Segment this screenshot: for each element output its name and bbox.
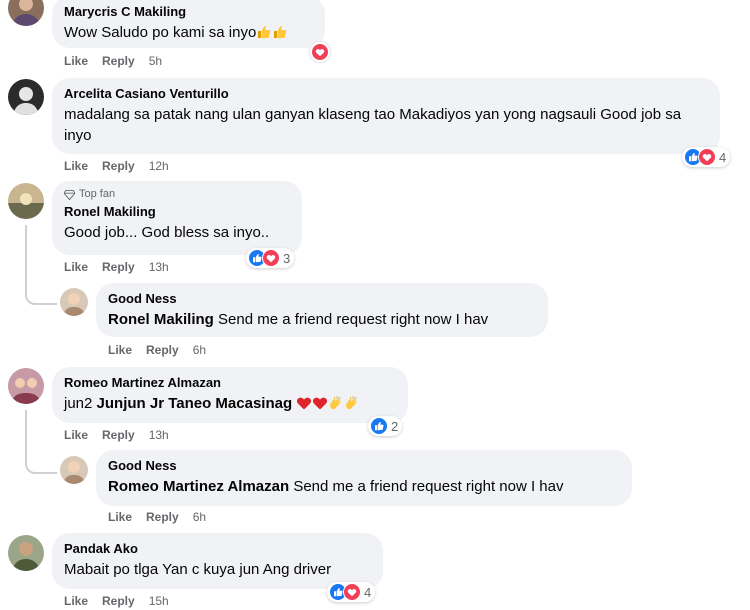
comment-timestamp[interactable]: 6h	[193, 342, 206, 358]
love-reaction-icon	[262, 249, 280, 267]
comment-text: jun2 Junjun Jr Taneo Macasinag	[64, 393, 396, 414]
commenter-name[interactable]: Good Ness	[108, 290, 536, 307]
reactions-summary[interactable]: 2	[368, 416, 403, 436]
like-button[interactable]: Like	[64, 158, 88, 174]
reaction-count: 3	[283, 250, 291, 266]
avatar[interactable]	[8, 183, 44, 219]
reply-text: Ronel Makiling Send me a friend request …	[108, 309, 536, 330]
mention-tag[interactable]: Junjun Jr Taneo Macasinag	[97, 395, 293, 412]
comment-timestamp[interactable]: 15h	[149, 593, 169, 609]
comment-text-content: Wow Saludo po kami sa inyo	[64, 24, 257, 41]
avatar[interactable]	[60, 456, 88, 484]
love-reaction-icon[interactable]	[308, 40, 332, 64]
reply-bubble: Good Ness Romeo Martinez Almazan Send me…	[96, 450, 632, 506]
comment-timestamp[interactable]: 13h	[149, 427, 169, 443]
like-reaction-icon	[370, 417, 388, 435]
comment-timestamp[interactable]: 5h	[149, 53, 162, 69]
red-heart-emoji-icon	[312, 395, 328, 411]
commenter-name[interactable]: Arcelita Casiano Venturillo	[64, 85, 708, 102]
commenter-name[interactable]: Good Ness	[108, 457, 620, 474]
red-heart-emoji-icon	[296, 395, 312, 411]
reply-button[interactable]: Reply	[102, 593, 135, 609]
clapping-hands-emoji-icon	[328, 395, 344, 411]
like-button[interactable]: Like	[108, 342, 132, 358]
love-reaction-icon	[698, 148, 716, 166]
commenter-name[interactable]: Pandak Ako	[64, 540, 371, 557]
avatar[interactable]	[8, 535, 44, 571]
like-button[interactable]: Like	[64, 259, 88, 275]
reaction-count: 4	[719, 149, 727, 165]
reply-button[interactable]: Reply	[102, 427, 135, 443]
reply-button[interactable]: Reply	[102, 158, 135, 174]
reply-text-content: Send me a friend request right now I hav	[218, 311, 489, 328]
like-button[interactable]: Like	[64, 427, 88, 443]
comment-timestamp[interactable]: 6h	[193, 509, 206, 525]
reply-button[interactable]: Reply	[102, 259, 135, 275]
comment-timestamp[interactable]: 13h	[149, 259, 169, 275]
comment-actions: Like Reply 15h	[64, 593, 169, 609]
mention-tag[interactable]: Ronel Makiling	[108, 311, 214, 328]
comment-actions: Like Reply 13h	[64, 427, 169, 443]
comment-bubble: Arcelita Casiano Venturillo madalang sa …	[52, 78, 720, 154]
diamond-icon	[64, 189, 75, 200]
top-fan-label: Top fan	[79, 188, 116, 200]
reply-bubble: Good Ness Ronel Makiling Send me a frien…	[96, 283, 548, 337]
reply-text: Romeo Martinez Almazan Send me a friend …	[108, 476, 620, 497]
reaction-count: 4	[364, 584, 372, 600]
reactions-summary[interactable]: 3	[246, 248, 295, 268]
avatar[interactable]	[8, 0, 44, 26]
comment-text: Good job... God bless sa inyo..	[64, 224, 270, 241]
clapping-hands-emoji-icon	[344, 395, 360, 411]
like-button[interactable]: Like	[64, 593, 88, 609]
comment-actions: Like Reply 5h	[64, 53, 162, 69]
comment-bubble: Marycris C Makiling Wow Saludo po kami s…	[52, 0, 325, 48]
thumbs-up-emoji-icon	[272, 24, 288, 40]
reply-actions: Like Reply 6h	[108, 342, 206, 358]
like-button[interactable]: Like	[108, 509, 132, 525]
commenter-name[interactable]: Romeo Martinez Almazan	[64, 374, 396, 391]
avatar[interactable]	[8, 368, 44, 404]
comment-text: Mabait po tlga Yan c kuya jun Ang driver	[64, 561, 332, 578]
comment-text: Wow Saludo po kami sa inyo	[64, 22, 313, 43]
reply-text-content: Send me a friend request right now I hav	[293, 478, 564, 495]
comment-bubble: Top fan Ronel Makiling Good job... God b…	[52, 181, 302, 255]
comment-actions: Like Reply 12h	[64, 158, 169, 174]
avatar[interactable]	[8, 79, 44, 115]
comment-text-prefix: jun2	[64, 395, 93, 412]
reply-button[interactable]: Reply	[102, 53, 135, 69]
reactions-summary[interactable]: 4	[327, 582, 376, 602]
comment-text: madalang sa patak nang ulan ganyan klase…	[64, 106, 682, 144]
comment-timestamp[interactable]: 12h	[149, 158, 169, 174]
like-button[interactable]: Like	[64, 53, 88, 69]
reply-button[interactable]: Reply	[146, 342, 179, 358]
comment-bubble: Romeo Martinez Almazan jun2 Junjun Jr Ta…	[52, 367, 408, 423]
reaction-count: 2	[391, 418, 399, 434]
comment-actions: Like Reply 13h	[64, 259, 169, 275]
comment-bubble: Pandak Ako Mabait po tlga Yan c kuya jun…	[52, 533, 383, 589]
reply-actions: Like Reply 6h	[108, 509, 206, 525]
avatar[interactable]	[60, 288, 88, 316]
thumbs-up-emoji-icon	[256, 24, 272, 40]
mention-tag[interactable]: Romeo Martinez Almazan	[108, 478, 289, 495]
commenter-name[interactable]: Ronel Makiling	[64, 203, 290, 220]
reply-button[interactable]: Reply	[146, 509, 179, 525]
reactions-summary[interactable]: 4	[682, 147, 731, 167]
love-reaction-icon	[343, 583, 361, 601]
top-fan-badge: Top fan	[64, 188, 290, 201]
commenter-name[interactable]: Marycris C Makiling	[64, 3, 313, 20]
reply-thread-line	[25, 225, 57, 305]
reply-thread-line	[25, 410, 57, 474]
